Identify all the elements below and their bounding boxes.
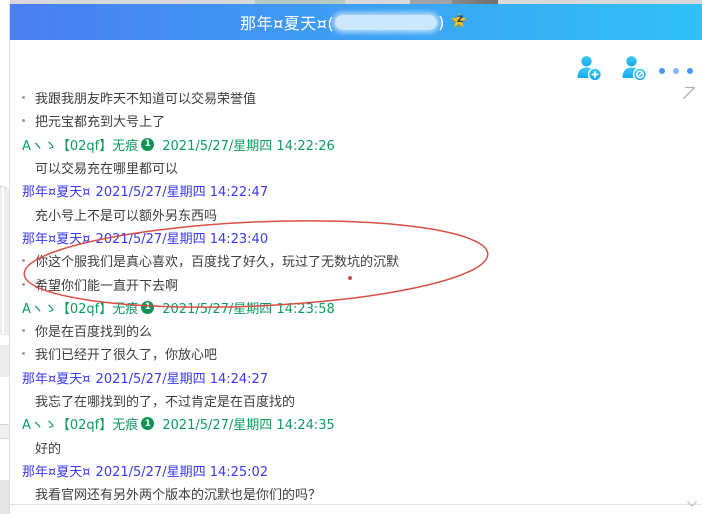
message-text: 我跟我朋友昨天不知道可以交易荣誉值 xyxy=(35,88,256,107)
message-text: 我看官网还有另外两个版本的沉默也是你们的吗？ xyxy=(35,484,321,503)
chat-message: 我忘了在哪找到的了，不过肯定是在百度找的 xyxy=(10,389,702,412)
chat-message: 我看官网还有另外两个版本的沉默也是你们的吗？ xyxy=(10,482,702,505)
redacted-qq-number xyxy=(335,15,437,30)
message-text: 希望你们能一直开下去啊 xyxy=(35,275,178,294)
bullet-dot xyxy=(22,119,25,122)
chat-message: 把元宝都充到大号上了 xyxy=(10,109,702,132)
more-menu-icon[interactable] xyxy=(659,68,693,75)
sender-line: 那年¤夏天¤ 2021/5/27/星期四 14:24:27 xyxy=(10,366,702,389)
chat-window: 那年¤夏天¤( ) ★ Z xyxy=(0,0,702,514)
chat-message: 希望你们能一直开下去啊 xyxy=(10,272,702,295)
message-text: 你是在百度找到的么 xyxy=(35,321,152,340)
message-timestamp: 2021/5/27/星期四 14:25:02 xyxy=(96,461,269,480)
chevron-down-icon xyxy=(686,494,698,503)
sender-name: Aヽゝ【02qf】无痕 xyxy=(22,135,138,154)
chat-message: 好的 xyxy=(10,435,702,458)
chat-message: 你是在百度找到的么 xyxy=(10,319,702,342)
sender-line: Aヽゝ【02qf】无痕1 2021/5/27/星期四 14:23:58 xyxy=(10,296,702,319)
chat-input-divider xyxy=(10,504,702,505)
sender-name: Aヽゝ【02qf】无痕 xyxy=(22,414,138,433)
message-timestamp: 2021/5/27/星期四 14:23:40 xyxy=(96,228,269,247)
message-timestamp: 2021/5/27/星期四 14:24:27 xyxy=(96,368,269,387)
sender-name: 那年¤夏天¤ xyxy=(22,368,91,387)
block-user-icon[interactable] xyxy=(621,55,647,82)
chat-message: 可以交易充在哪里都可以 xyxy=(10,156,702,179)
star-badge-icon: ★ Z xyxy=(450,11,472,33)
message-text: 你这个服我们是真心喜欢，百度找了好久，玩过了无数坑的沉默 xyxy=(35,251,399,270)
message-timestamp: 2021/5/27/星期四 14:24:35 xyxy=(162,414,335,433)
chat-message: 充小号上不是可以额外另东西吗 xyxy=(10,202,702,225)
level-badge: 1 xyxy=(141,138,154,151)
window-title-text: 那年¤夏天¤( xyxy=(240,10,334,34)
window-title-close-paren: ) xyxy=(438,13,445,32)
bullet-dot xyxy=(22,352,25,355)
bullet-dot xyxy=(22,329,25,332)
message-text: 我们已经开了很久了，你放心吧 xyxy=(35,344,217,363)
message-text: 好的 xyxy=(35,438,61,457)
level-badge: 1 xyxy=(141,301,154,314)
sender-line: Aヽゝ【02qf】无痕1 2021/5/27/星期四 14:24:35 xyxy=(10,412,702,435)
level-badge: 1 xyxy=(141,417,154,430)
add-friend-icon[interactable] xyxy=(576,55,602,82)
message-text: 我忘了在哪找到的了，不过肯定是在百度找的 xyxy=(35,391,295,410)
sender-name: 那年¤夏天¤ xyxy=(22,181,91,200)
chat-log[interactable]: 我跟我朋友昨天不知道可以交易荣誉值把元宝都充到大号上了Aヽゝ【02qf】无痕12… xyxy=(10,86,702,505)
sender-name: 那年¤夏天¤ xyxy=(22,461,91,480)
chat-message: 你这个服我们是真心喜欢，百度找了好久，玩过了无数坑的沉默 xyxy=(10,249,702,272)
bullet-dot xyxy=(22,259,25,262)
sender-line: 那年¤夏天¤ 2021/5/27/星期四 14:25:02 xyxy=(10,459,702,482)
chat-message: 我跟我朋友昨天不知道可以交易荣誉值 xyxy=(10,86,702,109)
message-text: 可以交易充在哪里都可以 xyxy=(35,158,178,177)
window-title: 那年¤夏天¤( ) ★ Z xyxy=(240,10,472,34)
message-timestamp: 2021/5/27/星期四 14:22:47 xyxy=(96,181,269,200)
title-bar[interactable]: 那年¤夏天¤( ) ★ Z xyxy=(10,4,702,40)
bullet-dot xyxy=(22,96,25,99)
sender-line: 那年¤夏天¤ 2021/5/27/星期四 14:22:47 xyxy=(10,179,702,202)
sender-line: Aヽゝ【02qf】无痕1 2021/5/27/星期四 14:22:26 xyxy=(10,133,702,156)
bullet-dot xyxy=(22,283,25,286)
message-text: 把元宝都充到大号上了 xyxy=(35,111,165,130)
message-timestamp: 2021/5/27/星期四 14:22:26 xyxy=(162,135,335,154)
sender-line: 那年¤夏天¤ 2021/5/27/星期四 14:23:40 xyxy=(10,226,702,249)
sender-name: Aヽゝ【02qf】无痕 xyxy=(22,298,138,317)
chat-message: 我们已经开了很久了，你放心吧 xyxy=(10,342,702,365)
message-text: 充小号上不是可以额外另东西吗 xyxy=(35,205,217,224)
message-timestamp: 2021/5/27/星期四 14:23:58 xyxy=(162,298,335,317)
sender-name: 那年¤夏天¤ xyxy=(22,228,91,247)
